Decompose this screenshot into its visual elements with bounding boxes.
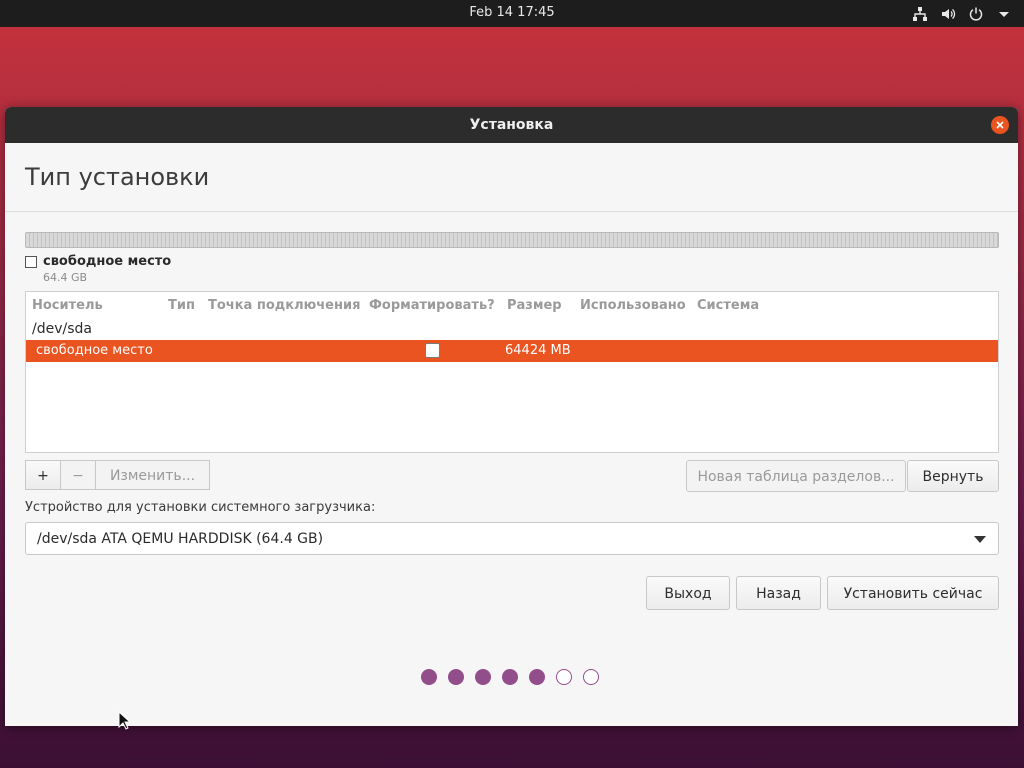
progress-dot [556, 669, 572, 685]
legend-size: 64.4 GB [43, 271, 88, 284]
column-header-used[interactable]: Использовано [580, 298, 686, 313]
column-header-format[interactable]: Форматировать? [369, 298, 495, 313]
mouse-cursor-icon [118, 710, 132, 735]
network-icon[interactable] [912, 6, 928, 22]
system-tray[interactable] [912, 3, 1012, 24]
power-icon[interactable] [968, 6, 984, 22]
legend-swatch [25, 256, 37, 268]
volume-icon[interactable] [940, 6, 956, 22]
column-header-system[interactable]: Система [697, 298, 759, 313]
table-row[interactable]: свободное место 64424 MB [26, 340, 998, 362]
window-title: Установка [469, 117, 554, 133]
device-row[interactable]: /dev/sda [32, 321, 92, 337]
progress-dot [529, 669, 545, 685]
bootloader-label: Устройство для установки системного загр… [25, 500, 376, 515]
column-header-device[interactable]: Носитель [32, 298, 103, 313]
progress-dot [502, 669, 518, 685]
progress-dots [421, 669, 599, 685]
back-button[interactable]: Назад [736, 576, 821, 610]
clock[interactable]: Feb 14 17:45 [0, 5, 1024, 20]
legend-label: свободное место [43, 254, 172, 269]
close-button[interactable] [991, 116, 1009, 134]
column-header-type[interactable]: Тип [168, 298, 195, 313]
column-header-size[interactable]: Размер [507, 298, 562, 313]
partition-bar [25, 232, 999, 248]
chevron-down-icon [974, 536, 986, 543]
new-partition-table-button[interactable]: Новая таблица разделов... [686, 460, 906, 492]
progress-dot [583, 669, 599, 685]
quit-button[interactable]: Выход [646, 576, 730, 610]
progress-dot [475, 669, 491, 685]
page-title: Тип установки [25, 163, 210, 191]
remove-partition-button[interactable]: − [60, 460, 96, 490]
top-panel: Feb 14 17:45 [0, 0, 1024, 27]
bootloader-selected-value: /dev/sda ATA QEMU HARDDISK (64.4 GB) [37, 531, 324, 547]
installer-window: Установка Тип установки свободное место … [5, 107, 1018, 726]
partition-actions: + − Изменить... [25, 460, 210, 491]
revert-button[interactable]: Вернуть [907, 460, 999, 492]
format-checkbox[interactable] [425, 343, 440, 358]
progress-dot [448, 669, 464, 685]
partition-table[interactable]: Носитель Тип Точка подключения Форматиро… [25, 291, 999, 453]
column-header-mount[interactable]: Точка подключения [208, 298, 360, 313]
page-header: Тип установки [5, 143, 1018, 212]
progress-dot [421, 669, 437, 685]
add-partition-button[interactable]: + [25, 460, 61, 490]
install-now-button[interactable]: Установить сейчас [827, 576, 999, 610]
row-name: свободное место [36, 343, 153, 358]
menu-arrow-icon[interactable] [996, 6, 1012, 22]
change-partition-button[interactable]: Изменить... [95, 460, 210, 490]
close-icon [996, 121, 1004, 129]
row-size: 64424 MB [505, 343, 571, 358]
bootloader-device-select[interactable]: /dev/sda ATA QEMU HARDDISK (64.4 GB) [25, 522, 999, 555]
window-titlebar[interactable]: Установка [5, 107, 1018, 143]
